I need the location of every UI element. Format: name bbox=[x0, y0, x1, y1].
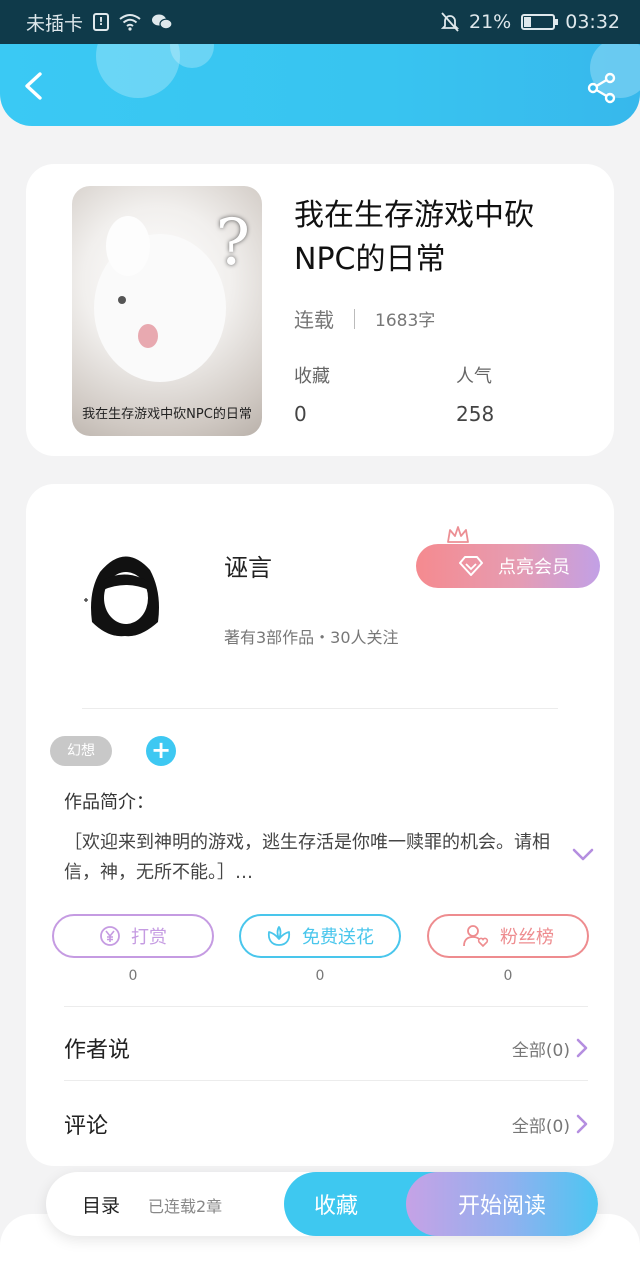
vip-button[interactable]: 点亮会员 bbox=[416, 544, 600, 588]
divider bbox=[64, 1080, 588, 1081]
chevron-right-icon bbox=[576, 1114, 588, 1134]
back-button[interactable] bbox=[18, 70, 50, 102]
add-tag-button[interactable]: + bbox=[146, 736, 176, 766]
battery-icon bbox=[521, 14, 559, 30]
reward-label: 打赏 bbox=[131, 927, 167, 948]
comments-more[interactable]: 全部(0) bbox=[512, 1112, 588, 1137]
popularity-label: 人气 bbox=[456, 366, 492, 387]
wifi-icon bbox=[119, 14, 141, 31]
top-bar bbox=[0, 44, 640, 126]
favorites-label: 收藏 bbox=[294, 366, 330, 387]
favorites-stat: 收藏 0 bbox=[294, 362, 330, 426]
author-says-title: 作者说 bbox=[64, 1038, 131, 1063]
reward-button[interactable]: 打赏 bbox=[52, 914, 214, 958]
serial-status: 连载 bbox=[294, 308, 334, 332]
comments-row[interactable]: 评论 全部(0) bbox=[64, 1104, 588, 1144]
divider bbox=[64, 1006, 588, 1007]
author-avatar[interactable] bbox=[70, 542, 180, 642]
comments-more-label: 全部(0) bbox=[511, 1116, 570, 1137]
expand-chevron-icon[interactable] bbox=[572, 848, 594, 862]
diamond-icon bbox=[459, 556, 483, 576]
genre-tag[interactable]: 幻想 bbox=[50, 736, 112, 766]
rabbit-image bbox=[94, 216, 226, 382]
bottom-action-bar: 目录 已连载2章 收藏 开始阅读 bbox=[46, 1172, 598, 1236]
word-count: 1683字 bbox=[375, 311, 436, 331]
popularity-stat: 人气 258 bbox=[456, 362, 494, 426]
author-says-more[interactable]: 全部(0) bbox=[512, 1036, 588, 1061]
send-flower-count: 0 bbox=[315, 968, 325, 984]
author-card: 诬言 著有3部作品・30人关注 点亮会员 幻想 + 作品简介： ［欢迎来到神明的… bbox=[26, 484, 614, 1166]
clock: 03:32 bbox=[565, 11, 620, 33]
share-button[interactable] bbox=[586, 72, 618, 104]
fan-icon bbox=[463, 925, 489, 948]
divider bbox=[354, 308, 355, 329]
yen-icon bbox=[100, 926, 120, 946]
fan-ranking-label: 粉丝榜 bbox=[500, 927, 554, 948]
favorite-button-label: 收藏 bbox=[314, 1194, 359, 1219]
author-name[interactable]: 诬言 bbox=[224, 548, 272, 583]
popularity-value: 258 bbox=[456, 402, 495, 426]
book-cover[interactable]: ? 我在生存游戏中砍NPC的日常 bbox=[72, 186, 262, 436]
book-status-line: 连载 1683字 bbox=[294, 304, 435, 333]
vip-button-label: 点亮会员 bbox=[498, 557, 570, 578]
carrier-label: 未插卡 bbox=[26, 12, 84, 35]
author-says-more-label: 全部(0) bbox=[511, 1040, 570, 1061]
start-reading-label: 开始阅读 bbox=[457, 1194, 546, 1219]
flower-icon bbox=[267, 926, 291, 946]
send-flower-button[interactable]: 免费送花 bbox=[239, 914, 401, 958]
start-reading-button[interactable]: 开始阅读 bbox=[406, 1172, 598, 1236]
divider bbox=[82, 708, 558, 709]
mute-bell-icon bbox=[441, 12, 459, 32]
author-says-row[interactable]: 作者说 全部(0) bbox=[64, 1028, 588, 1068]
cover-caption: 我在生存游戏中砍NPC的日常 bbox=[82, 407, 252, 422]
intro-label: 作品简介： bbox=[64, 792, 154, 813]
comments-title: 评论 bbox=[64, 1114, 109, 1139]
sim-alert-icon: ! bbox=[93, 13, 110, 31]
crown-icon bbox=[447, 526, 469, 543]
fan-ranking-count: 0 bbox=[503, 968, 513, 984]
wechat-icon bbox=[152, 14, 173, 30]
decorative-bubble bbox=[96, 44, 180, 98]
fan-ranking-button[interactable]: 粉丝榜 bbox=[427, 914, 589, 958]
status-bar: 未插卡 ! 21% 03:32 bbox=[0, 0, 640, 44]
battery-percent: 21% bbox=[469, 11, 512, 33]
reward-count: 0 bbox=[128, 968, 138, 984]
question-mark-glyph: ? bbox=[215, 206, 250, 280]
intro-text: ［欢迎来到神明的游戏，逃生存活是你唯一赎罪的机会。请相信，神，无所不能。］… bbox=[64, 832, 550, 883]
book-title: 我在生存游戏中砍NPC的日常 bbox=[294, 198, 534, 277]
favorites-value: 0 bbox=[294, 402, 307, 426]
chevron-right-icon bbox=[576, 1038, 588, 1058]
author-meta: 著有3部作品・30人关注 bbox=[224, 628, 399, 647]
book-info-card: ? 我在生存游戏中砍NPC的日常 我在生存游戏中砍NPC的日常 连载 1683字… bbox=[26, 164, 614, 456]
send-flower-label: 免费送花 bbox=[302, 927, 374, 948]
toc-button[interactable]: 目录 bbox=[82, 1191, 120, 1218]
chapters-status: 已连载2章 bbox=[148, 1197, 223, 1216]
